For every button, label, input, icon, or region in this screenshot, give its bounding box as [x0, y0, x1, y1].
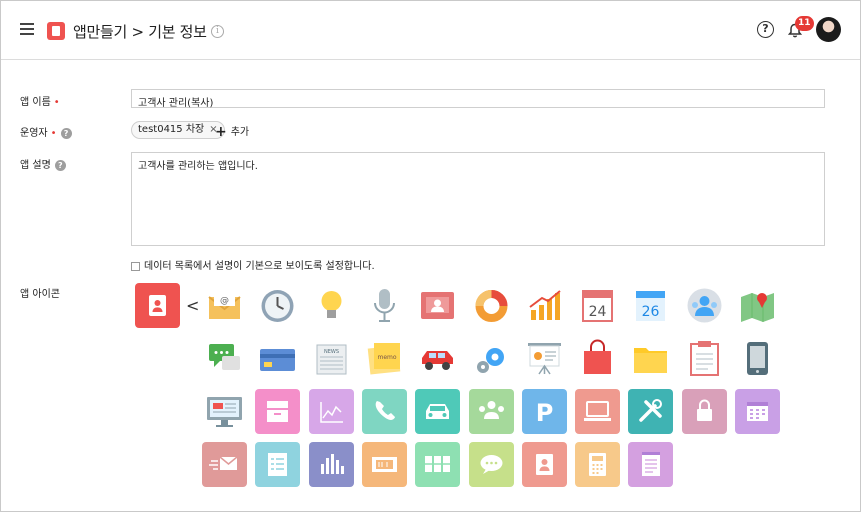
svg-text:memo: memo — [377, 354, 396, 361]
svg-text:26: 26 — [642, 304, 660, 320]
app-icon-label: 앱 아이콘 — [20, 289, 60, 300]
donut-chart-icon[interactable] — [469, 283, 514, 328]
clock-icon[interactable] — [255, 283, 300, 328]
id-card-icon[interactable] — [415, 283, 460, 328]
notepad-icon[interactable] — [628, 442, 674, 487]
parking-icon[interactable]: P — [521, 389, 567, 434]
calendar-26-icon[interactable]: 26 — [628, 283, 673, 328]
memo-note-icon[interactable]: memo — [362, 336, 407, 381]
credit-card-icon[interactable] — [255, 336, 300, 381]
description-help-icon[interactable]: ? — [54, 159, 66, 171]
phone-icon[interactable] — [361, 389, 407, 434]
ticket-icon[interactable] — [361, 442, 407, 487]
presentation-icon[interactable] — [522, 336, 567, 381]
description-textarea[interactable]: 고객사를 관리하는 앱입니다. — [131, 152, 825, 246]
app-name-label: 앱 이름 • — [20, 97, 60, 108]
show-description-checkbox[interactable] — [131, 261, 140, 271]
fast-mail-icon[interactable] — [202, 442, 247, 487]
tools-icon[interactable] — [628, 389, 674, 434]
checklist-icon[interactable] — [255, 442, 301, 487]
address-book-icon[interactable] — [521, 442, 567, 487]
calendar-grid-icon[interactable] — [735, 389, 780, 434]
svg-text:@: @ — [220, 296, 229, 306]
calculator-icon[interactable] — [575, 442, 621, 487]
map-icon[interactable] — [735, 283, 780, 328]
svg-text:NEWS: NEWS — [324, 349, 339, 355]
newspaper-icon[interactable]: NEWS — [309, 336, 354, 381]
operator-help-icon[interactable]: ? — [60, 127, 72, 139]
svg-text:24: 24 — [589, 304, 607, 320]
lock-icon[interactable] — [681, 389, 727, 434]
bar-chart-icon[interactable] — [308, 442, 354, 487]
lightbulb-icon[interactable] — [309, 283, 354, 328]
users-circle-icon[interactable] — [682, 283, 727, 328]
chat-bubbles-icon[interactable] — [202, 336, 247, 381]
clipboard-icon[interactable] — [682, 336, 727, 381]
line-chart-icon[interactable] — [308, 389, 354, 434]
top-header: 앱만들기 > 기본 정보 i ? 11 — [1, 1, 860, 60]
window-frame — [0, 0, 861, 512]
cabinet-icon[interactable] — [415, 442, 461, 487]
microphone-icon[interactable] — [362, 283, 407, 328]
gears-icon[interactable] — [469, 336, 514, 381]
folder-icon[interactable] — [628, 336, 673, 381]
laptop-icon[interactable] — [575, 389, 621, 434]
add-operator-button[interactable]: + 추가 — [215, 123, 249, 140]
inbox-icon[interactable] — [255, 389, 301, 434]
page-title: 앱만들기 > 기본 정보 — [73, 23, 207, 41]
envelope-icon[interactable]: @ — [202, 283, 247, 328]
info-icon[interactable]: i — [211, 25, 224, 38]
avatar[interactable] — [816, 17, 841, 42]
car-front-icon[interactable] — [415, 389, 461, 434]
group-icon[interactable] — [468, 389, 514, 434]
app-logo-icon — [47, 22, 65, 40]
svg-text:P: P — [536, 399, 554, 427]
speech-bubble-icon[interactable] — [468, 442, 514, 487]
description-label: 앱 설명? — [20, 156, 66, 171]
monitor-icon[interactable] — [202, 389, 247, 434]
help-icon[interactable]: ? — [757, 21, 774, 38]
mobile-icon[interactable] — [735, 336, 780, 381]
bar-growth-icon[interactable] — [522, 283, 567, 328]
operator-tag: test0415 차장 × — [131, 121, 225, 139]
menu-icon[interactable] — [20, 23, 34, 35]
notification-badge: 11 — [795, 16, 814, 31]
app-name-input[interactable]: 고객사 관리(복사) — [131, 89, 825, 109]
car-icon[interactable] — [415, 336, 460, 381]
checkbox-label: 데이터 목록에서 설명이 기본으로 보이도록 설정합니다. — [144, 261, 375, 272]
calendar-24-icon[interactable]: 24 — [575, 283, 620, 328]
selected-contact-book-icon[interactable] — [135, 283, 180, 328]
shopping-bag-icon[interactable] — [575, 336, 620, 381]
chevron-left-icon[interactable]: < — [186, 296, 199, 315]
operator-label: 운영자 •? — [20, 124, 72, 139]
show-description-option[interactable]: 데이터 목록에서 설명이 기본으로 보이도록 설정합니다. — [131, 257, 375, 272]
